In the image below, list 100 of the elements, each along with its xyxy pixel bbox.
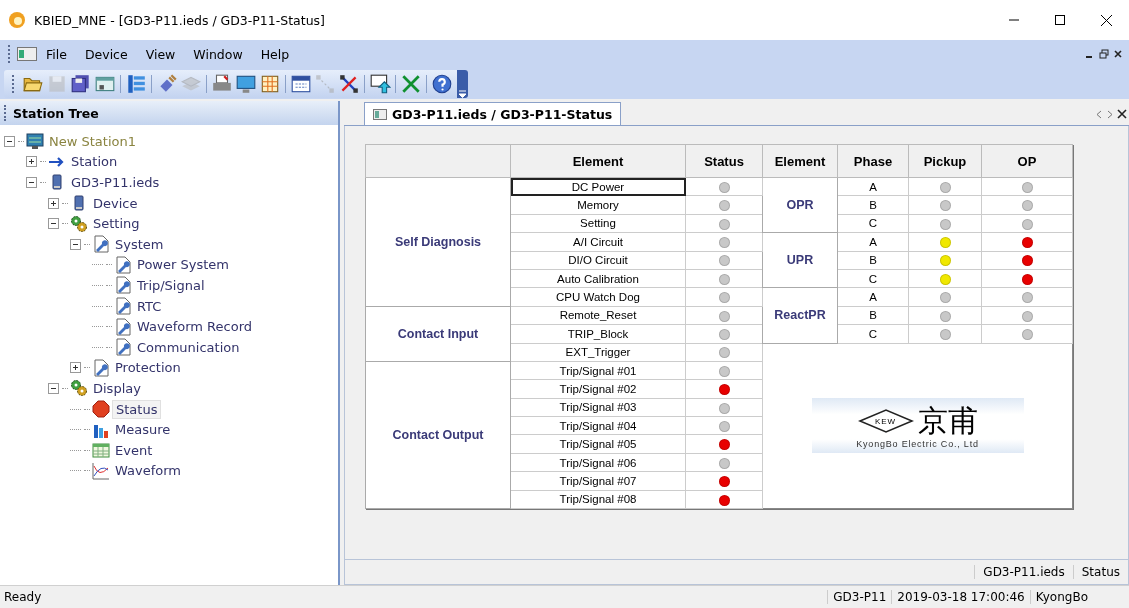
element-cell[interactable]: DC Power [510, 177, 686, 196]
tree-item[interactable]: Station [68, 153, 121, 171]
element-cell[interactable]: Trip/Signal #06 [510, 453, 686, 472]
menu-item[interactable]: Window [184, 44, 252, 64]
group-label: Contact Input [365, 306, 511, 362]
element-cell[interactable]: Trip/Signal #05 [510, 434, 686, 454]
group-label: ReactPR [762, 287, 838, 343]
phase-cell: A [837, 287, 909, 307]
tree-item[interactable]: Device [90, 194, 141, 212]
help-icon[interactable] [431, 72, 453, 95]
element-cell[interactable]: Auto Calibration [510, 269, 686, 288]
logo-mark: KEW [874, 416, 897, 426]
element-cell[interactable]: Trip/Signal #02 [510, 379, 686, 399]
phase-cell: A [837, 177, 909, 196]
wrench-icon [114, 317, 132, 336]
element-cell[interactable]: TRIP_Block [510, 324, 686, 343]
wrench-icon [114, 338, 132, 357]
element-cell[interactable]: Trip/Signal #04 [510, 416, 686, 435]
tree-item[interactable]: New Station1 [46, 132, 139, 150]
element-cell[interactable]: CPU Watch Dog [510, 287, 686, 307]
toolbar-overflow-button[interactable] [457, 69, 468, 98]
tree-item[interactable]: Display [90, 379, 144, 397]
phase-cell: B [837, 306, 909, 325]
close-icon[interactable] [1113, 49, 1123, 59]
element-cell[interactable]: A/I Circuit [510, 232, 686, 252]
pane-status-field: GD3-P11.ieds [974, 565, 1073, 579]
maximize-icon[interactable] [1055, 15, 1065, 25]
collapse-icon[interactable] [48, 218, 59, 230]
document-icon [373, 108, 387, 120]
status-field: 2019-03-18 17:00:46 [891, 590, 1030, 604]
tree-item[interactable]: GD3-P11.ieds [68, 174, 163, 191]
tree-item[interactable]: RTC [134, 297, 165, 315]
column-header: Phase [837, 144, 909, 178]
element-cell[interactable]: Trip/Signal #01 [510, 361, 686, 380]
tree-item[interactable]: Waveform [112, 462, 184, 480]
company-name: KyongBo Electric Co., Ltd [856, 439, 979, 450]
gears-icon [70, 379, 88, 398]
phase-cell: B [837, 195, 909, 215]
collapse-icon[interactable] [26, 177, 37, 188]
tree-item[interactable]: Event [112, 441, 156, 459]
column-header: Status [685, 144, 763, 178]
stop-sign-icon [92, 400, 110, 418]
upload-icon[interactable] [369, 72, 391, 95]
wrench-icon [114, 297, 132, 316]
panel-title: Station Tree [13, 105, 99, 121]
element-cell[interactable]: Remote_Reset [510, 306, 686, 325]
tree-item[interactable]: Power System [134, 256, 232, 274]
tree-item[interactable]: System [112, 235, 167, 253]
tree-item[interactable]: Trip/Signal [134, 276, 208, 294]
collapse-icon[interactable] [4, 135, 15, 147]
menu-item[interactable]: View [136, 44, 185, 64]
expand-icon[interactable] [26, 156, 37, 168]
tree-item[interactable]: Communication [134, 338, 243, 356]
column-header: Element [510, 144, 686, 178]
status-message: Ready [3, 590, 43, 604]
element-cell[interactable]: Memory [510, 195, 686, 215]
window-title: KBIED_MNE - [GD3-P11.ieds / GD3-P11-Status] [34, 12, 326, 28]
phase-cell: A [837, 232, 909, 252]
element-cell[interactable]: DI/O Circuit [510, 251, 686, 270]
phase-cell: C [837, 324, 909, 343]
document-icon[interactable] [17, 47, 37, 61]
expand-icon[interactable] [70, 362, 81, 374]
close-icon[interactable] [1100, 14, 1112, 26]
expand-icon[interactable] [48, 197, 59, 209]
collapse-icon[interactable] [70, 238, 81, 250]
column-header: OP [981, 144, 1073, 178]
menu-item[interactable]: File [37, 44, 76, 64]
group-label: Self Diagnosis [365, 177, 511, 307]
tree-item[interactable]: Protection [112, 359, 184, 377]
tree-item[interactable]: Measure [112, 421, 174, 439]
caret-icon [459, 89, 466, 98]
status-field: GD3-P11 [827, 590, 892, 604]
element-cell[interactable]: Setting [510, 214, 686, 233]
column-header: Pickup [908, 144, 982, 178]
close-icon[interactable] [1117, 109, 1127, 119]
document-tab[interactable]: GD3-P11.ieds / GD3-P11-Status [364, 102, 622, 125]
list-icon[interactable] [125, 72, 147, 95]
scroll-left-icon[interactable] [1095, 109, 1103, 119]
element-cell[interactable]: Trip/Signal #07 [510, 471, 686, 491]
element-cell[interactable]: Trip/Signal #03 [510, 398, 686, 417]
waveform-icon [92, 461, 110, 480]
restore-icon[interactable] [1099, 49, 1109, 59]
menu-item[interactable]: Help [251, 44, 299, 64]
menu-item[interactable]: Device [75, 44, 137, 64]
broken-link-icon[interactable] [338, 72, 360, 95]
floppy-disks-icon[interactable] [70, 72, 92, 95]
phase-cell: B [837, 251, 909, 270]
tree-item[interactable]: Waveform Record [134, 318, 256, 336]
collapse-icon[interactable] [48, 382, 59, 394]
tree-item[interactable]: Status [112, 399, 162, 419]
wrench-icon [92, 235, 110, 254]
table-icon [92, 441, 110, 460]
app-logo-icon [8, 11, 26, 29]
tree-item[interactable]: Setting [90, 215, 143, 233]
status-field: KyongBo [1029, 590, 1093, 604]
element-cell[interactable]: EXT_Trigger [510, 343, 686, 362]
phase-cell: C [837, 269, 909, 288]
pane-status-field: Status [1072, 565, 1128, 579]
column-header: Element [762, 144, 838, 178]
element-cell[interactable]: Trip/Signal #08 [510, 490, 686, 509]
